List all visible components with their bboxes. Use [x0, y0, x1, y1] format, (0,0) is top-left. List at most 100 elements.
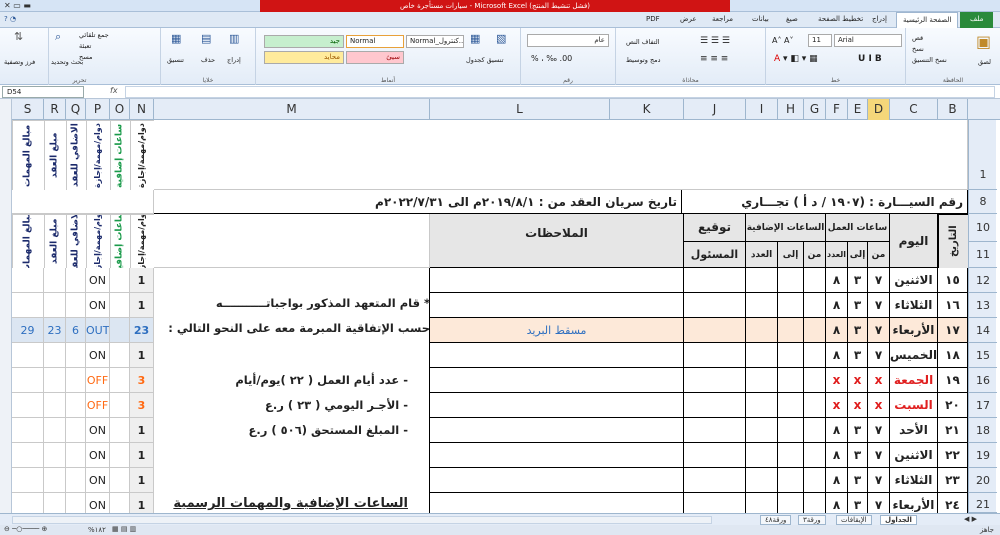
cell-N[interactable]: 3	[130, 393, 154, 418]
align-horizontal-icons[interactable]: ≡ ≡ ≡	[700, 54, 728, 64]
cell-Q[interactable]	[66, 268, 86, 293]
binoculars-icon[interactable]: ⌕	[55, 30, 61, 44]
cell-S[interactable]	[12, 293, 44, 318]
cell-ot-from[interactable]	[804, 343, 826, 368]
row-header-18[interactable]: 18	[969, 418, 997, 443]
row-header-10[interactable]: 10	[969, 214, 997, 242]
cell-O[interactable]	[110, 393, 130, 418]
cell-notes[interactable]	[430, 418, 684, 443]
cell-O[interactable]	[110, 268, 130, 293]
font-size-select[interactable]: 11	[808, 34, 832, 47]
cell-R[interactable]	[44, 493, 66, 513]
cell-date[interactable]: ١٦	[938, 293, 968, 318]
cell-ot-from[interactable]	[804, 368, 826, 393]
row-header-14[interactable]: 14	[969, 318, 997, 343]
cell-S[interactable]	[12, 468, 44, 493]
col-header-S[interactable]: S	[12, 99, 44, 120]
cell-notes[interactable]	[430, 443, 684, 468]
row-header-1[interactable]: 1	[969, 120, 997, 190]
cell-day[interactable]: الأحد	[890, 418, 938, 443]
cell-work-count[interactable]: ٨	[826, 493, 848, 513]
cell-N[interactable]: 1	[130, 268, 154, 293]
cell-work-count[interactable]: ٨	[826, 268, 848, 293]
cell-work-to[interactable]: ٣	[848, 493, 868, 513]
cell-notes[interactable]	[430, 293, 684, 318]
cell-work-from[interactable]: ٧	[868, 418, 890, 443]
cell-day[interactable]: الأربعاء	[890, 318, 938, 343]
cell-signature[interactable]	[684, 343, 746, 368]
sort-filter-icon[interactable]: ⇅	[14, 30, 23, 43]
cell-ot-from[interactable]	[804, 293, 826, 318]
cell-date[interactable]: ١٧	[938, 318, 968, 343]
cell-work-from[interactable]: ٧	[868, 468, 890, 493]
cell-ot-from[interactable]	[804, 493, 826, 513]
row-header-17[interactable]: 17	[969, 393, 997, 418]
cell-ot-count[interactable]	[746, 443, 778, 468]
cell-work-to[interactable]: x	[848, 368, 868, 393]
cell-date[interactable]: ٢٠	[938, 393, 968, 418]
cell-date[interactable]: ١٨	[938, 343, 968, 368]
cell-work-to[interactable]: ٣	[848, 418, 868, 443]
cell-R[interactable]	[44, 368, 66, 393]
col-header-F[interactable]: F	[826, 99, 848, 120]
row-header-16[interactable]: 16	[969, 368, 997, 393]
cell-ot-from[interactable]	[804, 468, 826, 493]
cell-S[interactable]: 29	[12, 318, 44, 343]
cell-ot-count[interactable]	[746, 368, 778, 393]
tab-page-layout[interactable]: تخطيط الصفحة	[818, 15, 863, 23]
cell-notes[interactable]	[430, 468, 684, 493]
cell-notes[interactable]	[430, 343, 684, 368]
cell-R[interactable]	[44, 418, 66, 443]
col-header-E[interactable]: E	[848, 99, 868, 120]
worksheet-grid[interactable]: مبالغ المهمات مبلغ العقد الاضافي للعقد د…	[12, 120, 968, 513]
cell-ot-count[interactable]	[746, 393, 778, 418]
cell-ot-from[interactable]	[804, 318, 826, 343]
cell-M[interactable]	[154, 343, 430, 368]
cell-Q[interactable]	[66, 443, 86, 468]
insert-button[interactable]: إدراج	[227, 56, 241, 64]
row-header-21[interactable]: 21	[969, 493, 997, 513]
cell-ot-count[interactable]	[746, 493, 778, 513]
cell-M[interactable]	[154, 268, 430, 293]
cell-work-count[interactable]: ٨	[826, 343, 848, 368]
sheet-tab-tables[interactable]: الجداول	[880, 515, 917, 525]
cell-P[interactable]: ON	[86, 418, 110, 443]
style-normal[interactable]: Normal	[346, 35, 404, 48]
sheet-nav-arrows[interactable]: ◀ ▶	[960, 515, 981, 525]
name-box[interactable]: D54	[2, 86, 84, 98]
cond-format-icon[interactable]: ▧	[496, 32, 506, 45]
cell-O[interactable]	[110, 293, 130, 318]
zoom-slider[interactable]: ⊖ ─○──── ⊕	[4, 525, 47, 533]
cell-ot-count[interactable]	[746, 268, 778, 293]
cell-ot-from[interactable]	[804, 393, 826, 418]
row-header-19[interactable]: 19	[969, 443, 997, 468]
table-format-button[interactable]: تنسيق كجدول	[466, 56, 504, 64]
col-header-P[interactable]: P	[86, 99, 110, 120]
window-controls[interactable]: ✕ ▭ ▬	[4, 1, 31, 10]
copy-button[interactable]: نسخ	[912, 45, 924, 53]
cell-R[interactable]	[44, 393, 66, 418]
cell-work-count[interactable]: x	[826, 368, 848, 393]
cell-work-from[interactable]: x	[868, 393, 890, 418]
cell-R[interactable]	[44, 293, 66, 318]
merge-center-button[interactable]: دمج وتوسيط	[626, 56, 661, 64]
col-header-O[interactable]: O	[110, 99, 130, 120]
cell-S[interactable]	[12, 393, 44, 418]
cell-Q[interactable]	[66, 393, 86, 418]
cell-work-from[interactable]: ٧	[868, 268, 890, 293]
tab-insert[interactable]: إدراج	[872, 15, 887, 23]
tab-data[interactable]: بيانات	[752, 15, 769, 23]
style-bad[interactable]: سيئ	[346, 51, 404, 64]
view-buttons[interactable]: ▦ ▤ ▥	[112, 525, 136, 533]
col-header-L[interactable]: L	[430, 99, 610, 120]
cell-day[interactable]: الخميس	[890, 343, 938, 368]
sheet-tab-3[interactable]: ورقة٣	[798, 515, 826, 525]
col-header-J[interactable]: J	[684, 99, 746, 120]
help-icon[interactable]: ? ◔	[4, 15, 16, 23]
horizontal-scrollbar[interactable]	[12, 516, 712, 524]
format-icon[interactable]: ▦	[171, 32, 181, 45]
cell-work-count[interactable]: ٨	[826, 318, 848, 343]
cell-P[interactable]: ON	[86, 468, 110, 493]
cell-Q[interactable]	[66, 293, 86, 318]
table-format-icon[interactable]: ▦	[470, 32, 480, 45]
